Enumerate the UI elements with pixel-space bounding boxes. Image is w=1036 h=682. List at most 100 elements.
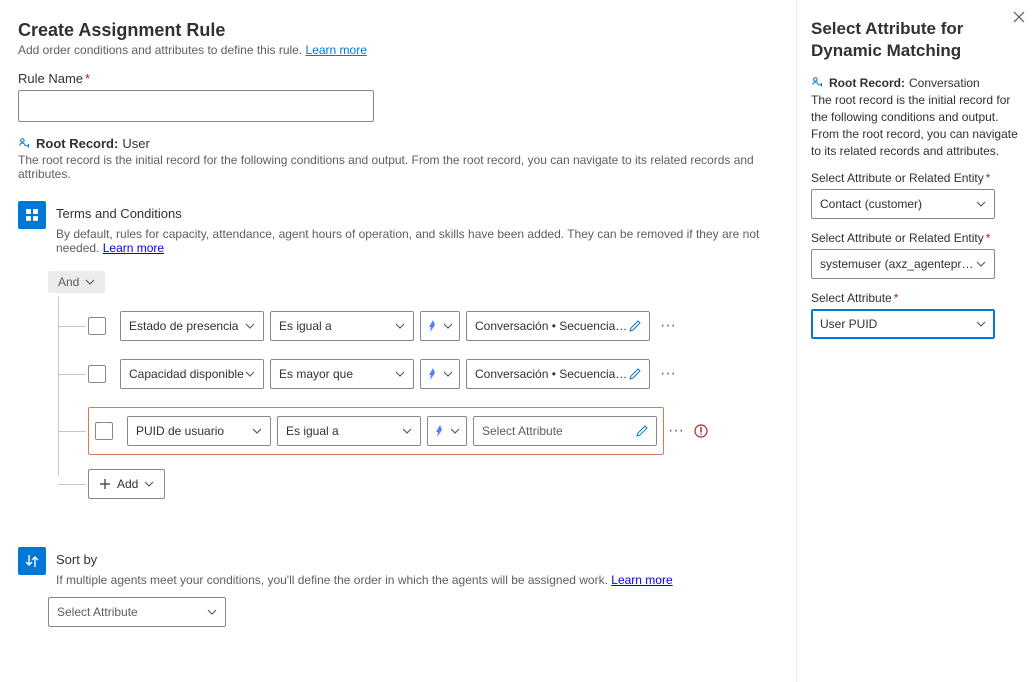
page-subtitle-text: Add order conditions and attributes to d…: [18, 43, 306, 57]
panel-root-record-label: Root Record:: [829, 76, 905, 90]
chevron-down-icon: [443, 321, 453, 331]
add-button-label: Add: [117, 477, 138, 491]
attribute-select[interactable]: Capacidad disponible: [120, 359, 264, 389]
row-checkbox[interactable]: [88, 317, 106, 335]
value-select-text: Conversación • Secuencia de tra...: [475, 319, 629, 333]
rule-name-label-text: Rule Name: [18, 71, 83, 86]
root-record-line: Root Record: User: [18, 136, 778, 151]
add-condition-button[interactable]: Add: [88, 469, 165, 499]
condition-row: Capacidad disponible Es mayor que: [48, 359, 778, 389]
required-asterisk: *: [85, 71, 90, 86]
chevron-down-icon: [252, 426, 262, 436]
sortby-desc: If multiple agents meet your conditions,…: [56, 573, 673, 587]
dynamic-match-panel: Select Attribute for Dynamic Matching Ro…: [796, 0, 1036, 682]
chevron-down-icon: [976, 199, 986, 209]
attribute-select[interactable]: Estado de presencia: [120, 311, 264, 341]
learn-more-link[interactable]: Learn more: [306, 43, 367, 57]
attribute-select-value: PUID de usuario: [136, 424, 224, 438]
chevron-down-icon: [976, 319, 986, 329]
terms-section: Terms and Conditions By default, rules f…: [18, 201, 778, 499]
panel-select-value: Contact (customer): [820, 197, 922, 211]
panel-title: Select Attribute for Dynamic Matching: [811, 18, 1024, 62]
panel-field: Select Attribute* User PUID: [811, 291, 1024, 339]
value-select-placeholder: Select Attribute: [482, 424, 636, 438]
panel-root-record-line: Root Record: Conversation: [811, 76, 1024, 90]
operator-select-value: Es igual a: [286, 424, 339, 438]
page-title: Create Assignment Rule: [18, 20, 778, 41]
dynamic-match-button[interactable]: [427, 416, 467, 446]
chevron-down-icon: [207, 607, 217, 617]
value-select[interactable]: Select Attribute: [473, 416, 657, 446]
required-asterisk: *: [986, 171, 991, 185]
panel-field-label: Select Attribute or Related Entity*: [811, 231, 1024, 245]
panel-field-label-text: Select Attribute or Related Entity: [811, 171, 984, 185]
edit-icon: [629, 368, 641, 380]
rule-builder: And Estado de presencia: [48, 271, 778, 499]
terms-desc: By default, rules for capacity, attendan…: [56, 227, 778, 255]
panel-select-value: systemuser (axz_agentepreferid...: [820, 257, 976, 271]
panel-entity-select-1[interactable]: Contact (customer): [811, 189, 995, 219]
dynamic-match-button[interactable]: [420, 311, 460, 341]
chevron-down-icon: [144, 479, 154, 489]
chevron-down-icon: [245, 369, 255, 379]
root-record-label: Root Record:: [36, 136, 118, 151]
panel-root-record-value: Conversation: [909, 76, 980, 90]
panel-field-label: Select Attribute or Related Entity*: [811, 171, 1024, 185]
more-options-button[interactable]: ···: [664, 422, 688, 440]
close-button[interactable]: [1012, 10, 1026, 24]
row-checkbox[interactable]: [88, 365, 106, 383]
sortby-desc-text: If multiple agents meet your conditions,…: [56, 573, 611, 587]
condition-row-error: PUID de usuario Es igual a Select: [48, 407, 778, 455]
plus-icon: [99, 478, 111, 490]
andor-label: And: [58, 275, 79, 289]
operator-select[interactable]: Es mayor que: [270, 359, 414, 389]
terms-learn-more-link[interactable]: Learn more: [103, 241, 164, 255]
sortby-select-placeholder: Select Attribute: [57, 605, 138, 619]
value-select[interactable]: Conversación • Secuencia de tra...: [466, 359, 650, 389]
chevron-down-icon: [402, 426, 412, 436]
panel-attribute-select[interactable]: User PUID: [811, 309, 995, 339]
condition-row: Estado de presencia Es igual a Con: [48, 311, 778, 341]
dynamic-match-button[interactable]: [420, 359, 460, 389]
chevron-down-icon: [245, 321, 255, 331]
andor-toggle[interactable]: And: [48, 271, 105, 293]
operator-select[interactable]: Es igual a: [270, 311, 414, 341]
error-icon: [694, 424, 708, 438]
attribute-select[interactable]: PUID de usuario: [127, 416, 271, 446]
sortby-attribute-select[interactable]: Select Attribute: [48, 597, 226, 627]
branch-line: [58, 484, 86, 485]
chevron-down-icon: [450, 426, 460, 436]
sortby-learn-more-link[interactable]: Learn more: [611, 573, 672, 587]
value-select-text: Conversación • Secuencia de tra...: [475, 367, 629, 381]
chevron-down-icon: [976, 259, 986, 269]
page-subtitle: Add order conditions and attributes to d…: [18, 43, 778, 57]
chevron-down-icon: [443, 369, 453, 379]
person-tree-icon: [811, 76, 825, 90]
attribute-select-value: Estado de presencia: [129, 319, 238, 333]
panel-field-label-text: Select Attribute or Related Entity: [811, 231, 984, 245]
sortby-section-icon: [18, 547, 46, 575]
operator-select[interactable]: Es igual a: [277, 416, 421, 446]
panel-entity-select-2[interactable]: systemuser (axz_agentepreferid...: [811, 249, 995, 279]
chevron-down-icon: [395, 369, 405, 379]
panel-select-value: User PUID: [820, 317, 877, 331]
panel-field-label: Select Attribute*: [811, 291, 1024, 305]
more-options-button[interactable]: ···: [656, 317, 680, 335]
root-record-desc: The root record is the initial record fo…: [18, 153, 778, 181]
required-asterisk: *: [894, 291, 899, 305]
root-record-value: User: [122, 136, 149, 151]
value-select[interactable]: Conversación • Secuencia de tra...: [466, 311, 650, 341]
rule-name-input[interactable]: [18, 90, 374, 122]
edit-icon: [629, 320, 641, 332]
sortby-section: Sort by If multiple agents meet your con…: [18, 547, 778, 627]
branch-line: [58, 431, 86, 432]
required-asterisk: *: [986, 231, 991, 245]
branch-line: [58, 374, 86, 375]
row-checkbox[interactable]: [95, 422, 113, 440]
terms-title: Terms and Conditions: [56, 206, 778, 221]
more-options-button[interactable]: ···: [656, 365, 680, 383]
operator-select-value: Es mayor que: [279, 367, 353, 381]
edit-icon: [636, 425, 648, 437]
panel-field-label-text: Select Attribute: [811, 291, 892, 305]
sortby-title: Sort by: [56, 552, 673, 567]
